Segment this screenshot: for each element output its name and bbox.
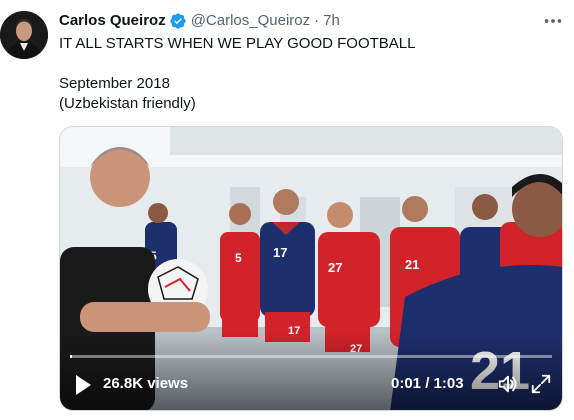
jersey-number: 5	[235, 251, 242, 265]
video-player[interactable]: 5 5 17 17 27 27 21	[59, 126, 563, 411]
view-count: 26.8K views	[103, 375, 189, 392]
video-progress-fill	[70, 355, 73, 358]
tweet-text-line: (Uzbekistan friendly)	[59, 95, 196, 112]
more-horizontal-icon[interactable]	[542, 10, 564, 32]
tweet-timestamp[interactable]: 7h	[323, 11, 340, 31]
avatar-image	[0, 11, 48, 59]
volume-icon[interactable]	[497, 373, 519, 395]
separator-dot: ·	[314, 12, 320, 29]
video-timecode: 0:01 / 1:03	[391, 375, 464, 392]
jersey-number: 21	[405, 257, 419, 272]
tweet-text-line: September 2018	[59, 75, 170, 92]
avatar[interactable]	[0, 11, 48, 59]
author-handle[interactable]: @Carlos_Queiroz	[191, 11, 310, 31]
jersey-number: 27	[328, 260, 342, 275]
fullscreen-icon[interactable]	[530, 373, 552, 395]
jersey-number: 17	[273, 245, 287, 260]
verified-badge-icon	[170, 13, 186, 29]
tweet-text: IT ALL STARTS WHEN WE PLAY GOOD FOOTBALL…	[59, 34, 559, 114]
video-controls: 26.8K views 0:01 / 1:03	[60, 360, 562, 410]
tweet-text-line: IT ALL STARTS WHEN WE PLAY GOOD FOOTBALL	[59, 35, 416, 52]
video-progress-bar[interactable]	[70, 355, 552, 358]
tweet-header: Carlos Queiroz @Carlos_Queiroz · 7h	[59, 11, 574, 31]
play-icon[interactable]	[74, 374, 92, 396]
author-name[interactable]: Carlos Queiroz	[59, 11, 166, 31]
